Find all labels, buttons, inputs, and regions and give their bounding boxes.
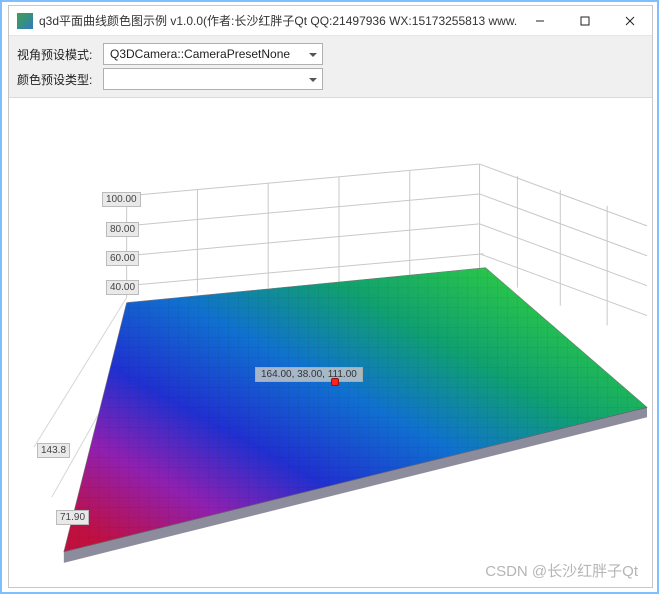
window-title: q3d平面曲线颜色图示例 v1.0.0(作者:长沙红胖子Qt QQ:214979… (39, 12, 517, 29)
selected-point-marker[interactable] (331, 378, 339, 386)
color-preset-combo[interactable] (103, 68, 323, 90)
maximize-button[interactable] (562, 6, 607, 35)
y-tick-40: 40.00 (106, 280, 139, 295)
close-button[interactable] (607, 6, 652, 35)
app-window: q3d平面曲线颜色图示例 v1.0.0(作者:长沙红胖子Qt QQ:214979… (8, 5, 653, 588)
minimize-button[interactable] (517, 6, 562, 35)
window-controls (517, 6, 652, 35)
toolbar: 视角预设模式: Q3DCamera::CameraPresetNone 颜色预设… (9, 36, 652, 98)
point-tooltip: 164.00, 38.00, 111.00 (255, 367, 363, 382)
3d-viewport[interactable]: 100.00 80.00 60.00 40.00 143.8 71.90 164… (9, 98, 652, 587)
x-tick-143: 143.8 (37, 443, 70, 458)
titlebar: q3d平面曲线颜色图示例 v1.0.0(作者:长沙红胖子Qt QQ:214979… (9, 6, 652, 36)
surface-plot (9, 98, 652, 587)
camera-preset-combo[interactable]: Q3DCamera::CameraPresetNone (103, 43, 323, 65)
y-tick-80: 80.00 (106, 222, 139, 237)
camera-preset-value: Q3DCamera::CameraPresetNone (110, 47, 290, 61)
y-tick-60: 60.00 (106, 251, 139, 266)
camera-preset-label: 视角预设模式: (17, 46, 97, 63)
x-tick-71: 71.90 (56, 510, 89, 525)
app-icon (17, 13, 33, 29)
color-preset-label: 颜色预设类型: (17, 71, 97, 88)
y-tick-100: 100.00 (102, 192, 141, 207)
watermark: CSDN @长沙红胖子Qt (485, 560, 638, 581)
